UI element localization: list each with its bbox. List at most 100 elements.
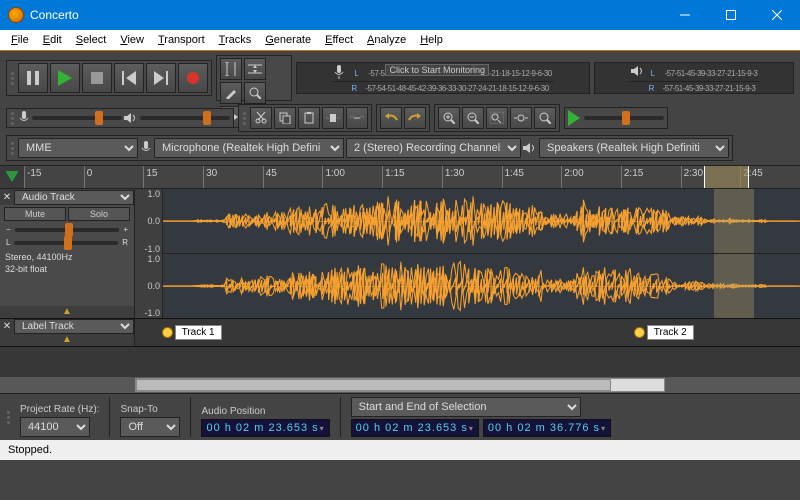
trim-icon[interactable] xyxy=(322,107,344,129)
audio-host-select[interactable]: MME xyxy=(18,138,138,158)
maximize-button[interactable] xyxy=(708,0,754,30)
statusbar: Stopped. xyxy=(0,440,800,460)
solo-button[interactable]: Solo xyxy=(68,207,130,221)
timeline-pin-icon[interactable] xyxy=(0,166,24,188)
menu-generate[interactable]: Generate xyxy=(258,32,318,48)
copy-icon[interactable] xyxy=(274,107,296,129)
mic-icon xyxy=(334,65,350,81)
skip-end-button[interactable] xyxy=(146,63,176,93)
titlebar: Concerto xyxy=(0,0,800,30)
meter-hint[interactable]: Click to Start Monitoring xyxy=(385,64,489,76)
grip[interactable] xyxy=(242,107,248,129)
zoom-in-icon[interactable] xyxy=(438,107,460,129)
gain-slider[interactable] xyxy=(15,228,120,232)
collapse-button[interactable]: ▲ xyxy=(0,334,134,346)
menu-help[interactable]: Help xyxy=(413,32,450,48)
playback-volume-slider[interactable] xyxy=(140,116,230,120)
close-track-button[interactable]: ✕ xyxy=(0,192,14,203)
grip[interactable] xyxy=(10,63,16,93)
mixer-panel xyxy=(6,108,234,128)
menu-analyze[interactable]: Analyze xyxy=(360,32,413,48)
channels-select[interactable]: 2 (Stereo) Recording Channels xyxy=(346,138,521,158)
grip[interactable] xyxy=(10,138,16,158)
label-marker[interactable]: Track 1 xyxy=(162,325,222,340)
label-text[interactable]: Track 2 xyxy=(647,325,694,340)
window-title: Concerto xyxy=(30,8,662,22)
label-text[interactable]: Track 1 xyxy=(175,325,222,340)
selection-tool-icon[interactable] xyxy=(220,58,242,80)
track-bitdepth: 32-bit float xyxy=(5,263,129,275)
undo-icon[interactable] xyxy=(380,107,402,129)
rate-label: Project Rate (Hz): xyxy=(20,404,99,415)
label-marker[interactable]: Track 2 xyxy=(634,325,694,340)
mute-button[interactable]: Mute xyxy=(4,207,66,221)
play-scrub-icon[interactable] xyxy=(568,110,582,126)
record-button[interactable] xyxy=(178,63,208,93)
output-device-select[interactable]: Speakers (Realtek High Definiti xyxy=(539,138,729,158)
record-meter[interactable]: L-57-54-51-48-45-42-39-36-33-30-27-24-21… xyxy=(296,62,590,94)
redo-icon[interactable] xyxy=(404,107,426,129)
draw-tool-icon[interactable] xyxy=(220,82,242,104)
close-track-button[interactable]: ✕ xyxy=(0,321,14,332)
cut-icon[interactable] xyxy=(250,107,272,129)
selection-mode-select[interactable]: Start and End of Selection xyxy=(351,397,581,417)
track-menu[interactable]: Label Track xyxy=(14,319,134,334)
envelope-tool-icon[interactable] xyxy=(244,58,266,80)
track-menu[interactable]: Audio Track xyxy=(14,190,134,205)
snap-select[interactable]: Off xyxy=(120,417,180,437)
zoom-tool-icon[interactable] xyxy=(244,82,266,104)
silence-icon[interactable] xyxy=(346,107,368,129)
fit-selection-icon[interactable] xyxy=(486,107,508,129)
mic-icon xyxy=(140,141,152,155)
playback-meter[interactable]: L-57-51-45-39-33-27-21-15-9-3 R-57-51-45… xyxy=(594,62,794,94)
input-device-select[interactable]: Microphone (Realtek High Defini xyxy=(154,138,344,158)
app-icon xyxy=(8,7,24,23)
timeline[interactable]: -1501530451:001:151:301:452:002:152:302:… xyxy=(0,165,800,189)
grip[interactable] xyxy=(10,111,16,125)
audio-track: ✕Audio Track MuteSolo −+ LR Stereo, 4410… xyxy=(0,189,800,319)
project-rate-select[interactable]: 44100 xyxy=(20,417,90,437)
menu-file[interactable]: File xyxy=(4,32,36,48)
waveform-right[interactable] xyxy=(163,254,800,318)
label-pin-icon[interactable] xyxy=(634,327,645,338)
pause-button[interactable] xyxy=(18,63,48,93)
menu-edit[interactable]: Edit xyxy=(36,32,69,48)
collapse-button[interactable]: ▲ xyxy=(0,306,134,318)
label-pin-icon[interactable] xyxy=(162,327,173,338)
fit-project-icon[interactable] xyxy=(510,107,532,129)
record-volume-slider[interactable] xyxy=(32,116,122,120)
waveform-left[interactable] xyxy=(163,189,800,254)
zoom-panel xyxy=(434,104,560,132)
pan-slider[interactable] xyxy=(14,241,118,245)
scrub-slider[interactable] xyxy=(584,116,664,120)
paste-icon[interactable] xyxy=(298,107,320,129)
zoom-out-icon[interactable] xyxy=(462,107,484,129)
menu-select[interactable]: Select xyxy=(69,32,114,48)
transport-panel xyxy=(6,60,212,96)
tracks-area: ✕Audio Track MuteSolo −+ LR Stereo, 4410… xyxy=(0,189,800,377)
label-area[interactable]: Track 1 Track 2 xyxy=(135,319,800,346)
zoom-toggle-icon[interactable] xyxy=(534,107,556,129)
skip-start-button[interactable] xyxy=(114,63,144,93)
main-toolbar: L-57-54-51-48-45-42-39-36-33-30-27-24-21… xyxy=(0,51,800,165)
status-text: Stopped. xyxy=(8,444,52,456)
grip[interactable] xyxy=(6,397,12,437)
menu-tracks[interactable]: Tracks xyxy=(212,32,259,48)
mic-icon xyxy=(18,111,30,125)
audio-position[interactable]: 00 h 02 m 23.653 s▾ xyxy=(201,419,329,437)
play-button[interactable] xyxy=(50,63,80,93)
close-button[interactable] xyxy=(754,0,800,30)
hscrollbar[interactable] xyxy=(0,377,800,393)
selection-end[interactable]: 00 h 02 m 36.776 s▾ xyxy=(483,419,611,437)
snap-label: Snap-To xyxy=(120,404,180,415)
undo-panel xyxy=(376,104,430,132)
selection-start[interactable]: 00 h 02 m 23.653 s▾ xyxy=(351,419,479,437)
selection-bar: Project Rate (Hz): 44100 Snap-To Off Aud… xyxy=(0,393,800,440)
tools-panel xyxy=(216,55,292,101)
timeline-selection[interactable] xyxy=(704,166,749,188)
menu-view[interactable]: View xyxy=(113,32,151,48)
minimize-button[interactable] xyxy=(662,0,708,30)
menu-transport[interactable]: Transport xyxy=(151,32,212,48)
menu-effect[interactable]: Effect xyxy=(318,32,360,48)
stop-button[interactable] xyxy=(82,63,112,93)
